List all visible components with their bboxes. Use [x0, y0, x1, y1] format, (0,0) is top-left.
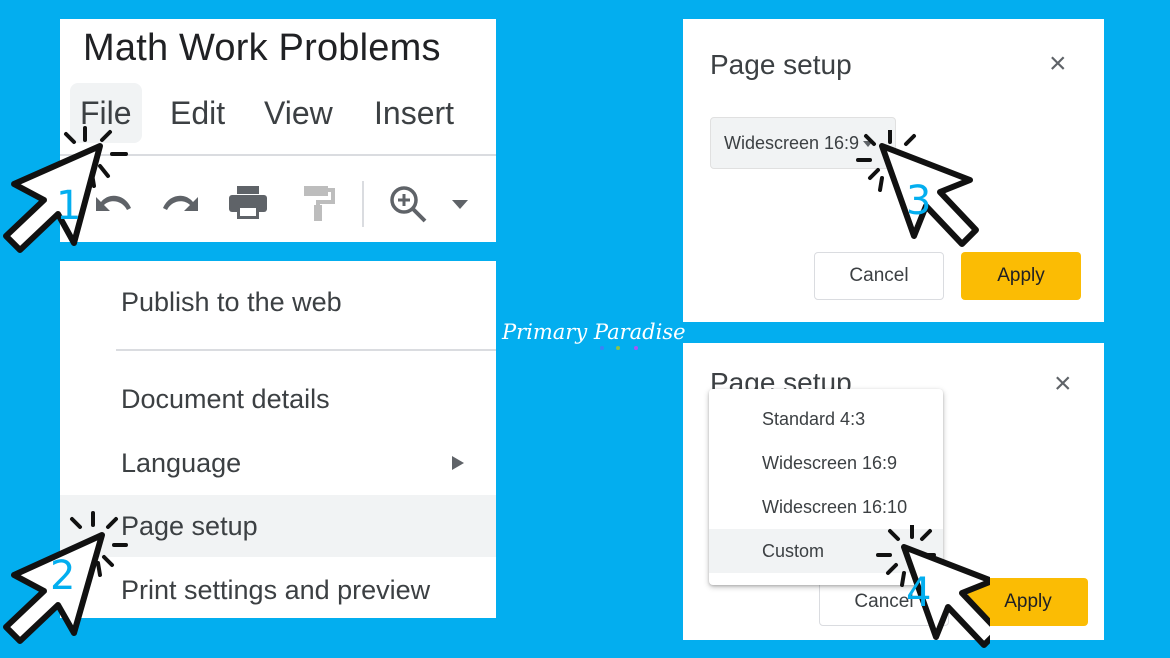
step-number-1: 1 [56, 183, 82, 229]
menu-item-label: Print settings and preview [121, 575, 431, 605]
menu-item-label: Page setup [121, 511, 258, 541]
option-custom[interactable]: Custom [709, 529, 943, 573]
menu-item-document-details[interactable]: Document details [60, 368, 496, 430]
dropdown-caret-icon[interactable] [450, 199, 470, 211]
step2-file-menu-panel: Publish to the web Document details Lang… [60, 261, 496, 618]
option-standard-4-3[interactable]: Standard 4:3 [709, 397, 943, 441]
menu-bar: File Edit View Insert [60, 83, 496, 143]
page-size-select[interactable]: Widescreen 16:9 [710, 117, 896, 169]
step-number-4: 4 [906, 570, 932, 616]
chevron-down-icon [863, 141, 874, 148]
brand-dot [634, 346, 638, 350]
toolbar [60, 169, 496, 239]
close-icon[interactable]: × [1054, 367, 1072, 401]
option-widescreen-16-9[interactable]: Widescreen 16:9 [709, 441, 943, 485]
menu-item-label: Document details [121, 384, 330, 414]
zoom-icon[interactable] [386, 183, 430, 227]
step1-docs-header-panel: Math Work Problems File Edit View Insert [60, 19, 496, 242]
undo-icon[interactable] [90, 183, 134, 223]
menu-divider [60, 154, 496, 156]
option-widescreen-16-10[interactable]: Widescreen 16:10 [709, 485, 943, 529]
step3-page-setup-dialog: Page setup × Widescreen 16:9 Cancel Appl… [683, 19, 1104, 322]
brand-text: Primary Paradise [502, 320, 686, 344]
menu-file[interactable]: File [70, 83, 142, 143]
redo-icon[interactable] [160, 183, 204, 223]
menu-item-print-settings[interactable]: Print settings and preview [60, 559, 496, 618]
page-size-value: Widescreen 16:9 [724, 133, 860, 153]
paint-format-icon[interactable] [298, 183, 342, 223]
menu-insert[interactable]: Insert [364, 83, 464, 143]
step-number-2: 2 [50, 553, 76, 599]
close-icon[interactable]: × [1049, 47, 1067, 81]
document-title[interactable]: Math Work Problems [83, 27, 441, 70]
menu-separator [116, 349, 496, 351]
menu-edit[interactable]: Edit [160, 83, 235, 143]
apply-button[interactable]: Apply [961, 252, 1081, 300]
menu-item-page-setup[interactable]: Page setup [60, 495, 496, 557]
step-number-3: 3 [906, 178, 932, 224]
submenu-arrow-icon [452, 456, 464, 470]
brand-dots [592, 346, 652, 352]
menu-view[interactable]: View [254, 83, 343, 143]
print-icon[interactable] [226, 183, 270, 223]
menu-item-label: Publish to the web [121, 287, 342, 317]
page-size-dropdown: Standard 4:3 Widescreen 16:9 Widescreen … [709, 389, 943, 585]
step4-page-size-dropdown-dialog: Page setup × Cancel Apply Standard 4:3 W… [683, 343, 1104, 640]
brand-watermark: Primary Paradise [502, 320, 686, 350]
dialog-title: Page setup [710, 49, 852, 80]
apply-button[interactable]: Apply [968, 578, 1088, 626]
menu-item-label: Language [121, 448, 242, 478]
brand-dot [616, 346, 620, 350]
brand-dot [600, 346, 604, 350]
menu-item-publish-to-web[interactable]: Publish to the web [60, 271, 496, 333]
menu-item-language[interactable]: Language [60, 432, 496, 494]
toolbar-separator [362, 181, 364, 227]
cancel-button[interactable]: Cancel [814, 252, 944, 300]
